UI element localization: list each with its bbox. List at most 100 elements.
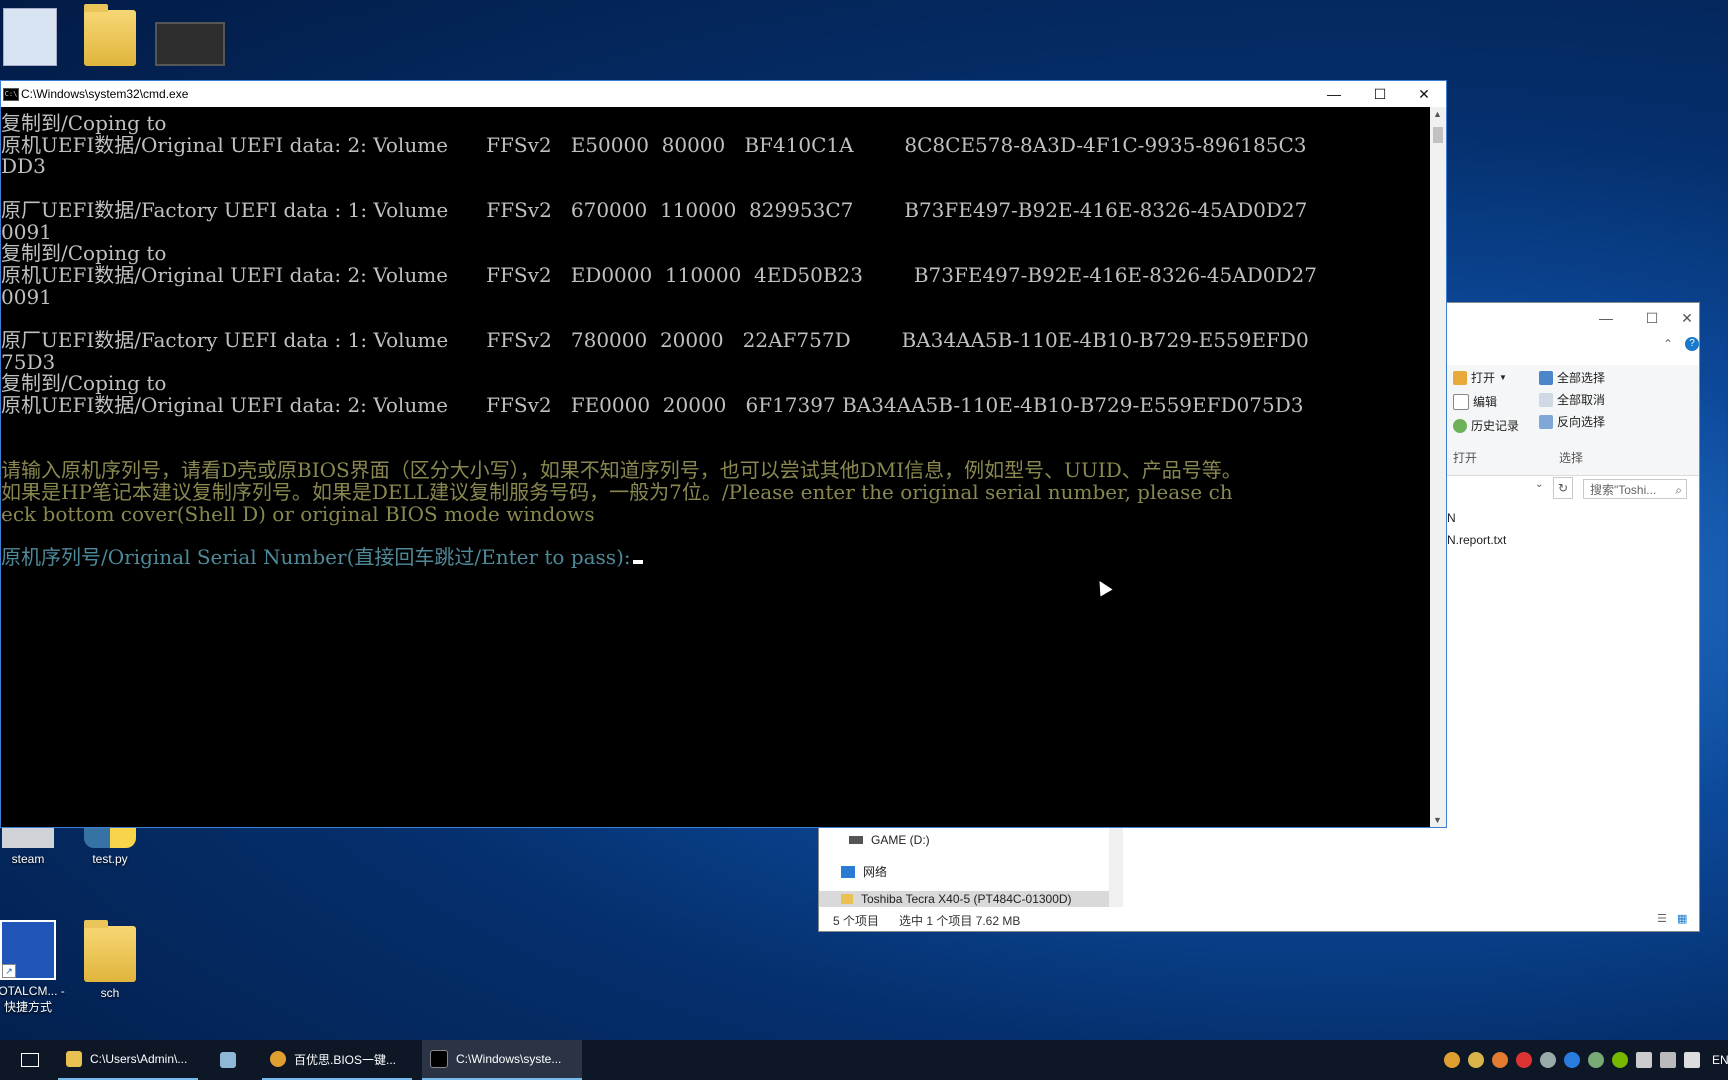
desktop-icon-steam[interactable]: steam xyxy=(0,828,68,866)
console-line: 0091 xyxy=(1,219,52,244)
console-line: eck bottom cover(Shell D) or original BI… xyxy=(1,501,595,526)
tray-app-icon[interactable] xyxy=(1444,1052,1460,1068)
folder-icon xyxy=(66,1051,82,1067)
desktop-icon-label: steam xyxy=(11,852,45,866)
tray-app-icon[interactable] xyxy=(1588,1052,1604,1068)
app-icon xyxy=(220,1052,236,1068)
cmd-title: C:\Windows\system32\cmd.exe xyxy=(21,87,189,101)
steam-icon xyxy=(2,828,54,848)
tray-security-icon[interactable] xyxy=(1516,1052,1532,1068)
control-panel-icon xyxy=(3,8,57,66)
folder-icon xyxy=(841,894,853,904)
select-none-button[interactable]: 全部取消 xyxy=(1539,391,1605,408)
invert-selection-icon xyxy=(1539,414,1553,429)
invert-selection-button[interactable]: 反向选择 xyxy=(1539,413,1605,430)
desktop-icon-test-py[interactable]: test.py xyxy=(70,828,150,866)
tray-app-icon[interactable] xyxy=(1564,1052,1580,1068)
ribbon-group-select-label: 选择 xyxy=(1559,451,1584,465)
large-icons-view-icon[interactable]: ▦ xyxy=(1677,912,1687,925)
taskbar-item-explorer[interactable]: C:\Users\Admin\... xyxy=(58,1040,198,1080)
tray-app-icon[interactable] xyxy=(1468,1052,1484,1068)
desktop-icon-control[interactable] xyxy=(0,8,70,70)
edit-button[interactable]: 编辑 xyxy=(1453,393,1497,410)
scroll-down-icon[interactable]: ▼ xyxy=(1433,815,1442,825)
desktop-icon-label: test.py xyxy=(92,852,128,866)
ribbon-collapse-icon[interactable]: ⌃ xyxy=(1663,337,1673,351)
taskbar-item-bios-tool[interactable]: 百优思.BIOS一键... xyxy=(262,1040,412,1080)
console-line: 原机UEFI数据/Original UEFI data: 2: Volume F… xyxy=(1,393,1304,418)
nav-item-drive-d[interactable]: GAME (D:) xyxy=(849,833,930,847)
minimize-button[interactable]: — xyxy=(1583,303,1629,333)
console-line: 复制到/Coping to xyxy=(1,371,167,396)
cmd-scrollbar[interactable]: ▲ ▼ xyxy=(1430,107,1446,827)
open-button[interactable]: 打开 ▼ xyxy=(1453,369,1507,386)
console-line: 75D3 xyxy=(1,349,56,374)
cmd-titlebar[interactable]: C:\ C:\Windows\system32\cmd.exe — ☐ ✕ xyxy=(1,81,1446,107)
select-none-icon xyxy=(1539,392,1553,407)
task-view-button[interactable] xyxy=(12,1040,48,1080)
nav-scrollbar[interactable] xyxy=(1109,823,1123,907)
console-line: DD3 xyxy=(1,154,46,179)
tray-nvidia-icon[interactable] xyxy=(1612,1052,1628,1068)
console-output[interactable]: 复制到/Coping to 原机UEFI数据/Original UEFI data… xyxy=(1,107,1431,827)
maximize-button[interactable]: ☐ xyxy=(1629,303,1675,333)
text-cursor xyxy=(632,560,643,564)
address-dropdown-icon[interactable]: ⌄ xyxy=(1535,479,1543,490)
cmd-window[interactable]: C:\ C:\Windows\system32\cmd.exe — ☐ ✕ 复制… xyxy=(0,80,1447,828)
scroll-up-icon[interactable]: ▲ xyxy=(1433,109,1442,119)
select-all-button[interactable]: 全部选择 xyxy=(1539,369,1605,386)
console-line: 原厂UEFI数据/Factory UEFI data : 1: Volume F… xyxy=(1,328,1309,352)
volume-icon[interactable] xyxy=(1684,1052,1700,1068)
file-item[interactable]: N.report.txt xyxy=(1447,533,1506,547)
ribbon-group-open-label: 打开 xyxy=(1453,451,1478,465)
nav-item-network[interactable]: 网络 xyxy=(841,863,887,880)
nav-item-toshiba-folder[interactable]: Toshiba Tecra X40-5 (PT484C-01300D) xyxy=(819,891,1109,907)
tray-tool-icon[interactable] xyxy=(1540,1052,1556,1068)
file-item[interactable]: N xyxy=(1447,511,1456,525)
maximize-button[interactable]: ☐ xyxy=(1357,81,1403,107)
desktop-icon-totalcmd[interactable]: ↗ TOTALCM... - 快捷方式 xyxy=(0,920,68,1015)
close-button[interactable]: ✕ xyxy=(1401,81,1447,107)
shortcut-arrow-icon: ↗ xyxy=(2,964,16,978)
details-view-icon[interactable]: ☰ xyxy=(1657,912,1667,925)
taskbar-item-cmd[interactable]: C:\Windows\syste... xyxy=(422,1040,582,1080)
console-line: 0091 xyxy=(1,284,52,309)
help-icon[interactable]: ? xyxy=(1685,337,1699,351)
drive-icon xyxy=(849,836,863,844)
folder-icon xyxy=(84,4,136,66)
taskbar-item-app[interactable] xyxy=(220,1040,250,1080)
minimize-button[interactable]: — xyxy=(1311,81,1357,107)
console-line: 复制到/Coping to xyxy=(1,111,167,135)
console-line: 原机UEFI数据/Original UEFI data: 2: Volume F… xyxy=(1,262,1317,287)
floppy-disk-icon: ↗ xyxy=(0,920,56,980)
network-icon[interactable] xyxy=(1636,1052,1652,1068)
navigation-pane: GAME (D:) 网络 Toshiba Tecra X40-5 (PT484C… xyxy=(819,823,1123,907)
select-all-icon xyxy=(1539,370,1553,385)
edit-icon xyxy=(1453,393,1469,410)
desktop-icon-video[interactable] xyxy=(150,22,230,70)
open-icon xyxy=(1453,370,1467,385)
item-count: 5 个项目 xyxy=(833,914,880,928)
tray-search-icon[interactable] xyxy=(1492,1052,1508,1068)
taskbar: C:\Users\Admin\... 百优思.BIOS一键... C:\Wind… xyxy=(0,1040,1728,1080)
task-view-icon xyxy=(21,1053,39,1067)
scroll-thumb[interactable] xyxy=(1433,127,1443,143)
cmd-icon xyxy=(430,1050,448,1068)
desktop-icon-label: sch xyxy=(100,986,120,1000)
history-icon xyxy=(1453,418,1467,433)
cmd-icon: C:\ xyxy=(3,88,19,101)
desktop-icon-sch[interactable]: sch xyxy=(70,920,150,1000)
console-line: 原厂UEFI数据/Factory UEFI data : 1: Volume F… xyxy=(1,197,1308,222)
notification-icon[interactable] xyxy=(1660,1052,1676,1068)
system-tray: ENG 02 2020 xyxy=(1440,1040,1728,1080)
console-line: 原机序列号/Original Serial Number(直接回车跳过/Ente… xyxy=(1,545,643,569)
selection-info: 选中 1 个项目 7.62 MB xyxy=(899,914,1021,928)
history-button[interactable]: 历史记录 xyxy=(1453,417,1519,434)
refresh-icon[interactable]: ↻ xyxy=(1553,477,1573,499)
desktop-icon-document[interactable] xyxy=(70,4,150,70)
search-icon: ⌕ xyxy=(1675,483,1682,497)
language-indicator[interactable]: ENG xyxy=(1712,1053,1728,1067)
close-button[interactable]: ✕ xyxy=(1675,303,1699,333)
bios-tool-icon xyxy=(270,1051,286,1067)
search-input[interactable]: 搜索"Toshi... ⌕ xyxy=(1583,479,1687,499)
